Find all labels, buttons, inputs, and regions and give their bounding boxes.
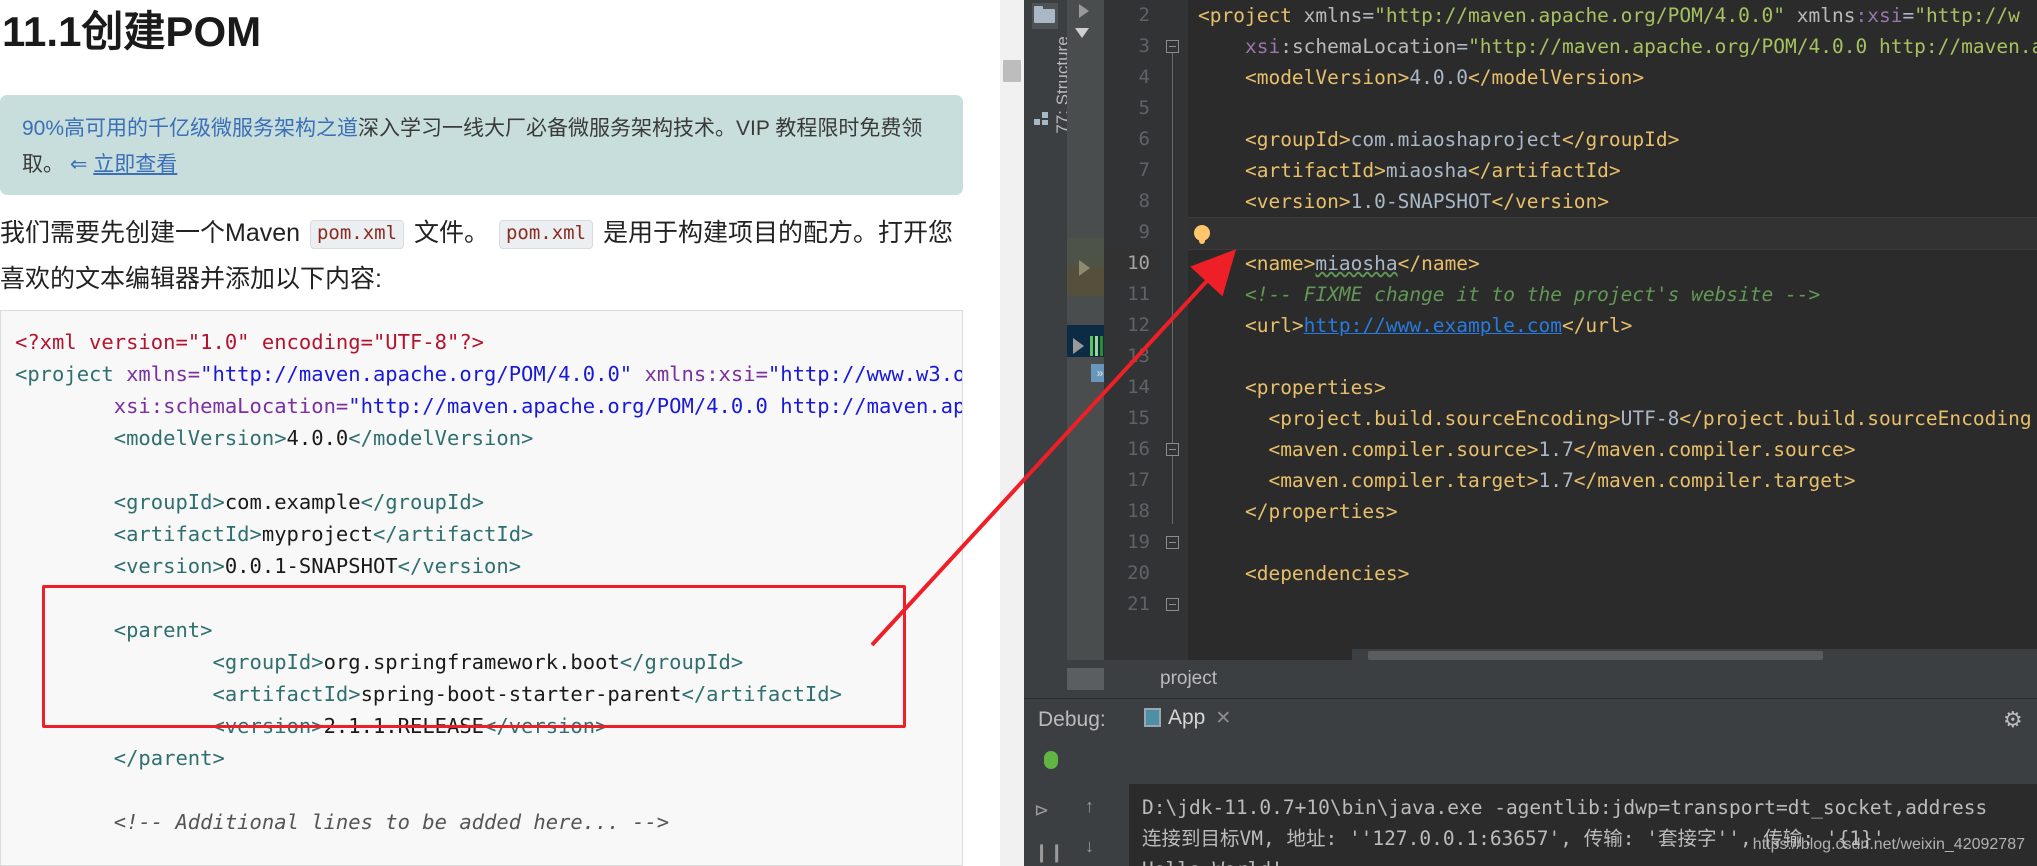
intro-paragraph: 我们需要先创建一个Maven pom.xml 文件。 pom.xml 是用于构建… xyxy=(0,210,955,303)
debug-label: Debug: xyxy=(1038,708,1106,731)
article-content: 11.1创建POM 90%高可用的千亿级微服务架构之道深入学习一线大厂必备微服务… xyxy=(0,0,966,866)
line-number: 16 xyxy=(1127,438,1150,460)
app-config-icon xyxy=(1144,708,1161,727)
pause-program-icon[interactable]: ❙❙ xyxy=(1034,842,1064,863)
line-number: 15 xyxy=(1127,407,1150,429)
fold-marker-project[interactable] xyxy=(1166,40,1179,53)
line-number: 4 xyxy=(1138,66,1150,88)
screenshot-root: 11.1创建POM 90%高可用的千亿级微服务架构之道深入学习一线大厂必备微服务… xyxy=(0,0,2037,866)
fold-marker-properties-end[interactable] xyxy=(1166,536,1179,549)
line-number: 14 xyxy=(1127,376,1150,398)
fold-guide-line-project xyxy=(1172,53,1173,443)
breadcrumb-chip xyxy=(1067,668,1104,690)
article-pane: 11.1创建POM 90%高可用的千亿级微服务架构之道深入学习一线大厂必备微服务… xyxy=(0,0,1000,866)
fold-marker-properties[interactable] xyxy=(1166,443,1179,456)
promo-notice-text: 90%高可用的千亿级微服务架构之道深入学习一线大厂必备微服务架构技术。VIP 教… xyxy=(22,111,943,183)
line-number: 19 xyxy=(1127,531,1150,553)
line-number: 7 xyxy=(1138,159,1150,181)
line-number: 10 xyxy=(1104,248,1160,279)
intellij-window: 77: Structure » 2 3 4 5 6 7 8 9 10 11 12 13 14 15 16 17… xyxy=(1024,0,2037,866)
scroll-down-icon[interactable]: ↓ xyxy=(1085,836,1094,857)
line-number: 20 xyxy=(1127,562,1150,584)
inline-code-pom-1: pom.xml xyxy=(309,220,405,249)
console-scroll-strip: ↑ ↓ ≡ xyxy=(1067,784,1129,866)
line-number-column: 2 3 4 5 6 7 8 9 10 11 12 13 14 15 16 17 18 19 20 21 xyxy=(1104,0,1160,660)
page-scrollbar-track[interactable] xyxy=(1000,0,1024,866)
gear-icon[interactable]: ⚙ xyxy=(2003,709,2023,731)
arrow-left-icon: ⇐ xyxy=(69,153,88,177)
line-number: 8 xyxy=(1138,190,1150,212)
line-number: 9 xyxy=(1138,221,1150,243)
code-editor[interactable]: <project xmlns="http://maven.apache.org/… xyxy=(1188,0,2037,660)
fold-marker-dependencies[interactable] xyxy=(1166,598,1179,611)
debug-tab-label: App xyxy=(1168,706,1206,729)
watermark: https://blog.csdn.net/weixin_42092787 xyxy=(1752,836,2025,853)
promo-link[interactable]: 90%高可用的千亿级微服务架构之道 xyxy=(22,117,358,140)
gutter-collapse-right-icon[interactable] xyxy=(1079,4,1089,18)
breadcrumb[interactable]: project xyxy=(1104,660,2037,698)
line-number: 5 xyxy=(1138,97,1150,119)
gutter-run-icon[interactable] xyxy=(1079,260,1090,276)
editor-gutter[interactable]: » xyxy=(1067,0,1109,660)
editor-hscrollbar-thumb[interactable] xyxy=(1368,651,1823,660)
line-number: 3 xyxy=(1138,35,1150,57)
current-line-highlight xyxy=(1188,217,2037,250)
xml-code-text: <?xml version="1.0" encoding="UTF-8"?> <… xyxy=(15,330,963,834)
intention-bulb-icon[interactable] xyxy=(1194,225,1210,241)
gutter-run-secondary-icon[interactable] xyxy=(1073,338,1084,354)
fold-guide-line-properties xyxy=(1172,456,1173,524)
console-left-strip: ⊳ ❙❙ xyxy=(1024,784,1067,866)
line-number: 18 xyxy=(1127,500,1150,522)
scroll-up-icon[interactable]: ↑ xyxy=(1085,796,1094,817)
debug-tab-app[interactable]: App ✕ xyxy=(1144,706,1231,738)
code-folding-column[interactable] xyxy=(1160,0,1188,660)
line-number: 6 xyxy=(1138,128,1150,150)
line-number: 21 xyxy=(1127,593,1150,615)
debug-tool-window-header: Debug: App ✕ ⚙ xyxy=(1024,698,2037,746)
gutter-collapse-down-icon[interactable] xyxy=(1075,28,1089,38)
structure-blocks-icon xyxy=(1034,112,1050,126)
page-title: 11.1创建POM xyxy=(2,8,262,55)
line-number: 17 xyxy=(1127,469,1150,491)
close-icon[interactable]: ✕ xyxy=(1215,708,1231,729)
debug-console[interactable]: ⊳ ❙❙ ↑ ↓ ≡ D:\jdk-11.0.7+10\bin\java.exe… xyxy=(1024,784,2037,866)
line-number: 11 xyxy=(1127,283,1150,305)
xml-code-block: <?xml version="1.0" encoding="UTF-8"?> <… xyxy=(0,310,963,866)
tool-window-strip: 77: Structure xyxy=(1024,0,1072,660)
promo-notice-box: 90%高可用的千亿级微服务架构之道深入学习一线大厂必备微服务架构技术。VIP 教… xyxy=(0,95,963,195)
line-number: 12 xyxy=(1127,314,1150,336)
debug-toolbar: Debugger ▶控制台 ☰ ↗ ↓ ↓ ↑ ↘ ▦ ≣ xyxy=(1024,740,2037,782)
para-part-1: 我们需要先创建一个Maven xyxy=(0,219,307,247)
para-part-2: 文件。 xyxy=(407,219,496,247)
promo-cta-link[interactable]: 立即查看 xyxy=(93,153,177,176)
editor-code-text: <project xmlns="http://maven.apache.org/… xyxy=(1198,4,2037,585)
bug-icon xyxy=(1040,748,1062,772)
inline-code-pom-2: pom.xml xyxy=(498,220,594,249)
line-number: 13 xyxy=(1127,345,1150,367)
line-number: 2 xyxy=(1138,4,1150,26)
resume-program-icon[interactable]: ⊳ xyxy=(1034,800,1049,821)
page-scrollbar-thumb[interactable] xyxy=(1003,60,1021,82)
